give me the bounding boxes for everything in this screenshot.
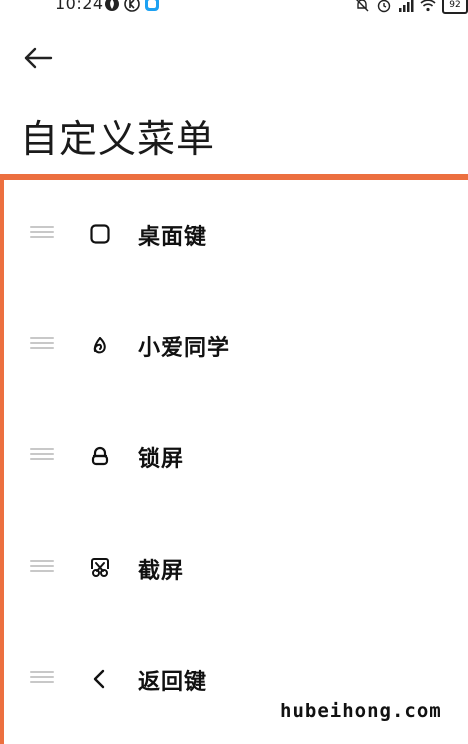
battery-indicator: 92 bbox=[442, 0, 468, 14]
home-square-icon bbox=[88, 222, 112, 246]
drag-handle-icon[interactable] bbox=[30, 337, 54, 351]
status-right-icons: 92 bbox=[354, 0, 468, 14]
drag-handle-icon[interactable] bbox=[30, 448, 54, 462]
status-left-icons bbox=[104, 0, 160, 12]
app-badge-icon bbox=[145, 0, 159, 11]
watermark-text: hubeihong.com bbox=[280, 700, 442, 722]
menu-item-label: 截屏 bbox=[138, 559, 185, 584]
xiaoai-icon bbox=[88, 333, 112, 357]
menu-item-screenshot[interactable]: 截屏 bbox=[0, 538, 468, 598]
wifi-icon bbox=[420, 0, 436, 12]
status-time: 10:24 bbox=[55, 0, 104, 13]
fire-icon bbox=[105, 0, 119, 11]
arrow-left-icon bbox=[24, 47, 53, 69]
drag-handle-icon[interactable] bbox=[30, 560, 54, 574]
alarm-icon bbox=[377, 0, 391, 13]
menu-item-label: 锁屏 bbox=[138, 447, 185, 472]
k-badge-icon bbox=[124, 0, 140, 12]
drag-handle-icon[interactable] bbox=[30, 671, 54, 685]
back-button[interactable] bbox=[20, 42, 56, 74]
back-chevron-icon bbox=[88, 667, 112, 691]
mute-bell-icon bbox=[356, 0, 369, 12]
page-title: 自定义菜单 bbox=[20, 117, 216, 161]
screenshot-scissors-icon bbox=[88, 556, 112, 580]
drag-handle-icon[interactable] bbox=[30, 226, 54, 240]
status-bar: 10:24 92 bbox=[0, 0, 468, 16]
signal-icon bbox=[399, 0, 414, 12]
menu-item-xiaoai[interactable]: 小爱同学 bbox=[0, 315, 468, 375]
lock-icon bbox=[88, 444, 112, 468]
menu-item-lock-screen[interactable]: 锁屏 bbox=[0, 426, 468, 486]
menu-item-desktop-key[interactable]: 桌面键 bbox=[0, 204, 468, 264]
menu-item-label: 桌面键 bbox=[138, 225, 208, 250]
menu-item-label: 返回键 bbox=[138, 670, 208, 695]
menu-item-label: 小爱同学 bbox=[138, 336, 231, 361]
